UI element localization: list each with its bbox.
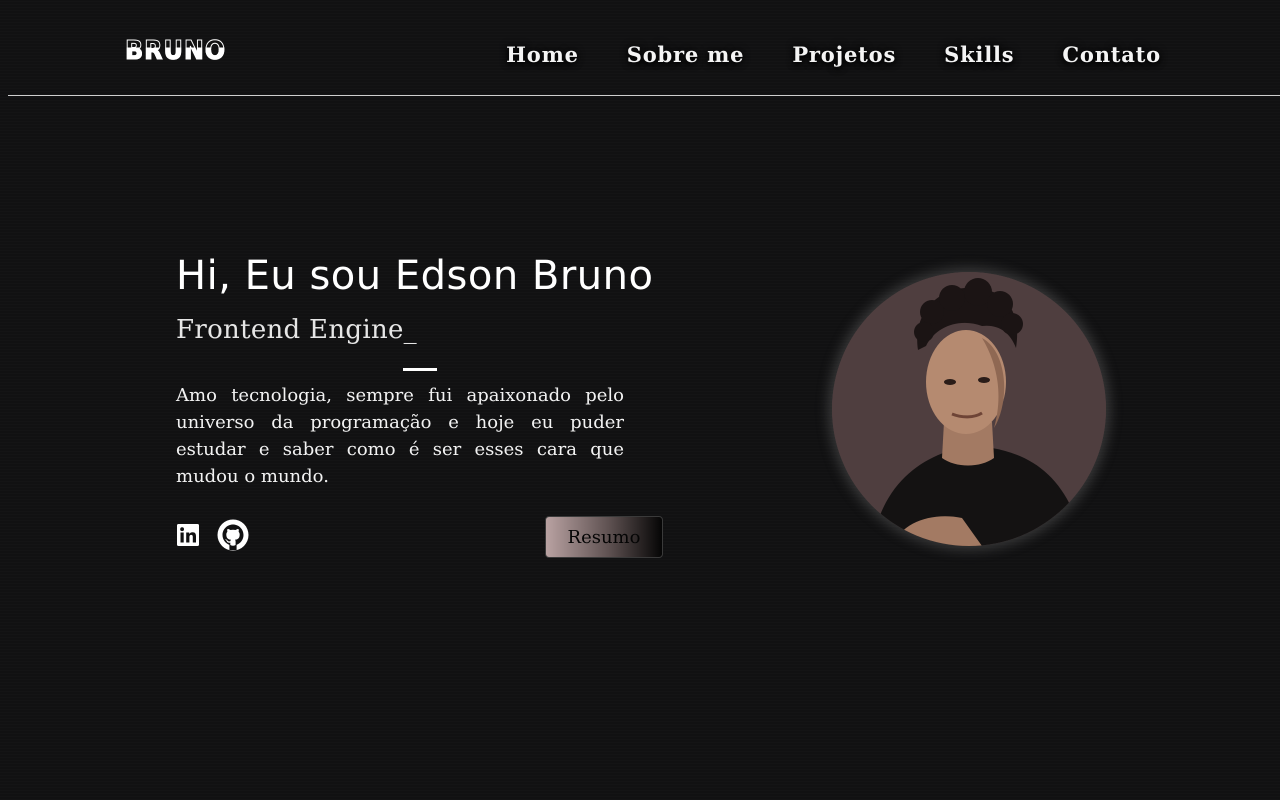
main-nav: Home Sobre me Projetos Skills Contato: [506, 40, 1161, 70]
hero-title: Hi, Eu sou Edson Bruno: [176, 253, 654, 299]
social-links: [176, 518, 250, 556]
profile-photo: [832, 272, 1106, 546]
site-header: BRUNO Home Sobre me Projetos Skills Cont…: [8, 0, 1280, 96]
nav-skills-link[interactable]: Skills: [944, 40, 1014, 70]
hero-section: Hi, Eu sou Edson Bruno Frontend Engine_ …: [176, 250, 666, 558]
hero-actions: Resumo: [176, 516, 666, 558]
github-icon[interactable]: [216, 518, 250, 556]
nav-home-link[interactable]: Home: [506, 40, 579, 70]
hero-subtitle: Frontend Engine_: [176, 315, 417, 345]
typing-cursor-bar: [403, 368, 437, 371]
nav-contato-link[interactable]: Contato: [1062, 40, 1161, 70]
linkedin-icon[interactable]: [176, 523, 200, 551]
resume-button[interactable]: Resumo: [545, 516, 663, 558]
logo[interactable]: BRUNO: [125, 36, 226, 67]
nav-sobre-link[interactable]: Sobre me: [627, 40, 745, 70]
hero-description: Amo tecnologia, sempre fui apaixonado pe…: [176, 385, 624, 487]
nav-projetos-link[interactable]: Projetos: [792, 40, 896, 70]
